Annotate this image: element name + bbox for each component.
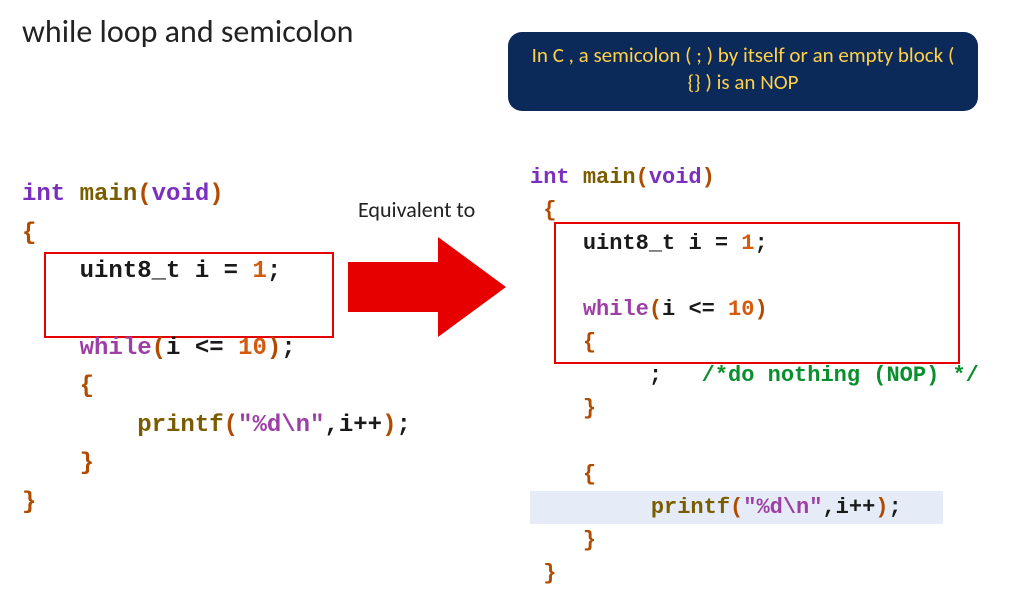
semicolon: ; — [888, 495, 901, 520]
paren-open: ( — [152, 335, 166, 362]
fn-main: main — [583, 165, 636, 190]
paren-open: ( — [636, 165, 649, 190]
str-fmt: "%d\n" — [238, 412, 324, 439]
paren-open: ( — [649, 297, 662, 322]
semicolon: ; — [754, 231, 767, 256]
op-le: <= — [195, 335, 224, 362]
brace-close: } — [80, 450, 94, 477]
str-fmt: "%d\n" — [743, 495, 822, 520]
id-i: i — [688, 231, 701, 256]
id-i: i — [662, 297, 675, 322]
op-eq: = — [224, 258, 238, 285]
brace-open: { — [22, 220, 36, 247]
slide-title: while loop and semicolon — [22, 12, 353, 51]
code-left: int main(void) { uint8_t i = 1; while(i … — [22, 138, 411, 522]
type-uint8: uint8_t — [583, 231, 675, 256]
fn-main: main — [80, 181, 138, 208]
op-inc: ++ — [353, 412, 382, 439]
lit-10: 10 — [728, 297, 754, 322]
brace-close: } — [583, 528, 596, 553]
brace-open: { — [583, 462, 596, 487]
kw-void: void — [649, 165, 702, 190]
op-inc: ++ — [849, 495, 875, 520]
lit-1: 1 — [741, 231, 754, 256]
fn-printf: printf — [651, 495, 730, 520]
brace-close: } — [583, 396, 596, 421]
id-i: i — [339, 412, 353, 439]
kw-int: int — [530, 165, 570, 190]
paren-open: ( — [224, 412, 238, 439]
semicolon: ; — [397, 412, 411, 439]
lit-1: 1 — [252, 258, 266, 285]
paren-open: ( — [137, 181, 151, 208]
kw-while: while — [80, 335, 152, 362]
kw-int: int — [22, 181, 65, 208]
paren-close: ) — [209, 181, 223, 208]
semicolon: ; — [267, 258, 281, 285]
brace-open: { — [80, 373, 94, 400]
paren-close: ) — [875, 495, 888, 520]
comma: , — [324, 412, 338, 439]
kw-void: void — [152, 181, 210, 208]
brace-open: { — [583, 330, 596, 355]
id-i: i — [195, 258, 209, 285]
code-right: int main(void) { uint8_t i = 1; while(i … — [530, 128, 979, 590]
paren-close: ) — [382, 412, 396, 439]
brace-close: } — [22, 489, 36, 516]
kw-while: while — [583, 297, 649, 322]
id-i: i — [166, 335, 180, 362]
semicolon-nop: ; — [649, 363, 662, 388]
highlighted-line: printf("%d\n",i++); — [530, 491, 943, 524]
fn-printf: printf — [137, 412, 223, 439]
op-eq: = — [715, 231, 728, 256]
brace-close: } — [543, 561, 556, 586]
comment-nop: /*do nothing (NOP) */ — [702, 363, 979, 388]
paren-close: ) — [754, 297, 767, 322]
op-le: <= — [688, 297, 714, 322]
semicolon: ; — [281, 335, 295, 362]
type-uint8: uint8_t — [80, 258, 181, 285]
brace-open: { — [543, 198, 556, 223]
paren-close: ) — [702, 165, 715, 190]
paren-close: ) — [267, 335, 281, 362]
id-i: i — [836, 495, 849, 520]
lit-10: 10 — [238, 335, 267, 362]
paren-open: ( — [730, 495, 743, 520]
comma: , — [822, 495, 835, 520]
nop-callout: In C , a semicolon ( ; ) by itself or an… — [508, 32, 978, 111]
